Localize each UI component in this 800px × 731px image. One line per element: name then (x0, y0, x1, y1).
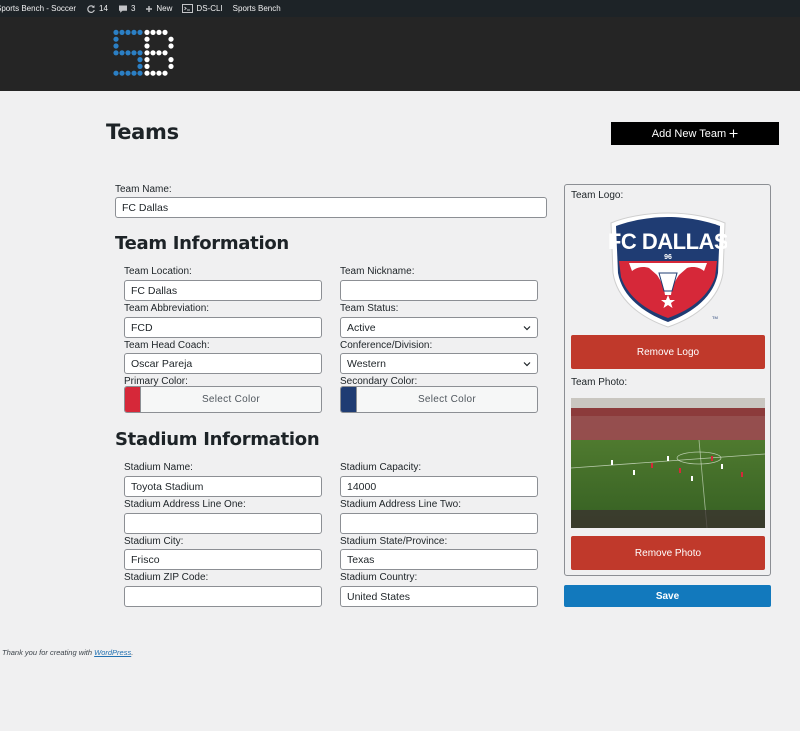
admin-bar-site-name[interactable]: Sports Bench - Soccer (0, 4, 76, 13)
team-nickname-input[interactable] (340, 280, 538, 301)
stadium-city-label: Stadium City: (124, 536, 184, 547)
team-name-input[interactable]: FC Dallas (115, 197, 547, 218)
admin-footer: Thank you for creating with WordPress. (2, 648, 133, 657)
refresh-icon (87, 4, 95, 13)
admin-bar-updates[interactable]: 14 (86, 4, 108, 14)
admin-bar-comments[interactable]: 3 (118, 4, 135, 14)
wordpress-link[interactable]: WordPress (94, 648, 131, 657)
chevron-down-icon (523, 325, 531, 330)
comment-icon (118, 5, 127, 13)
add-new-team-label: Add New Team (651, 127, 727, 140)
secondary-select-color-label: Select Color (417, 394, 477, 405)
new-label: New (156, 4, 173, 13)
admin-bar-dscli[interactable]: DS-CLI (182, 4, 223, 13)
stadium-zip-input[interactable] (124, 586, 322, 607)
plus-icon (146, 5, 153, 12)
conference-label: Conference/Division: (340, 340, 433, 351)
footer-end: . (131, 648, 134, 657)
add-new-team-button[interactable]: Add New Team (611, 122, 779, 145)
plus-icon (729, 129, 738, 138)
crest-name-text: FC DALLAS (609, 229, 727, 254)
stadium-information-heading: Stadium Information (115, 429, 320, 450)
stadium-address-one-label: Stadium Address Line One: (124, 499, 246, 510)
team-logo-label: Team Logo: (571, 190, 624, 201)
secondary-color-swatch (341, 387, 357, 412)
team-head-coach-input[interactable]: Oscar Pareja (124, 353, 322, 374)
crest-year-text: 96 (664, 254, 672, 261)
team-abbreviation-label: Team Abbreviation: (124, 303, 210, 314)
stadium-zip-label: Stadium ZIP Code: (124, 572, 209, 583)
dscli-label: DS-CLI (196, 4, 223, 13)
team-location-label: Team Location: (124, 266, 192, 277)
conference-select[interactable]: Western (340, 353, 538, 374)
team-information-heading: Team Information (115, 233, 289, 254)
page-title: Teams (106, 120, 179, 144)
team-name-label: Team Name: (115, 184, 172, 195)
team-status-value: Active (347, 321, 376, 334)
team-status-select[interactable]: Active (340, 317, 538, 338)
updates-count: 14 (99, 4, 108, 13)
remove-photo-button[interactable]: Remove Photo (571, 536, 765, 570)
comments-count: 3 (130, 4, 136, 13)
stadium-state-input[interactable]: Texas (340, 549, 538, 570)
terminal-icon (182, 4, 194, 13)
primary-color-button[interactable]: Select Color (124, 386, 322, 413)
stadium-country-label: Stadium Country: (340, 572, 418, 583)
stadium-country-input[interactable]: United States (340, 586, 538, 607)
stadium-address-two-input[interactable] (340, 513, 538, 534)
admin-bar: Sports Bench - Soccer 14 3 New DS-CLI Sp… (0, 0, 800, 17)
site-header: SB (0, 17, 800, 91)
chevron-down-icon (523, 361, 531, 366)
team-head-coach-label: Team Head Coach: (124, 340, 210, 351)
stadium-name-label: Stadium Name: (124, 462, 193, 473)
team-abbreviation-input[interactable]: FCD (124, 317, 322, 338)
stadium-city-input[interactable]: Frisco (124, 549, 322, 570)
team-photo-image (571, 398, 765, 528)
admin-bar-new[interactable]: New (145, 4, 172, 13)
stadium-state-label: Stadium State/Province: (340, 536, 448, 547)
save-button[interactable]: Save (564, 585, 771, 607)
footer-text: Thank you for creating with (2, 648, 93, 657)
team-photo-label: Team Photo: (571, 377, 628, 388)
secondary-color-button[interactable]: Select Color (340, 386, 538, 413)
admin-bar-sports-bench[interactable]: Sports Bench (233, 4, 281, 13)
primary-color-swatch (125, 387, 141, 412)
team-status-label: Team Status: (340, 303, 399, 314)
conference-value: Western (347, 357, 386, 370)
team-location-input[interactable]: FC Dallas (124, 280, 322, 301)
stadium-address-one-input[interactable] (124, 513, 322, 534)
media-panel: Team Logo: FC DALLAS 96 TM Remove Logo T… (564, 184, 771, 576)
stadium-name-input[interactable]: Toyota Stadium (124, 476, 322, 497)
stadium-address-two-label: Stadium Address Line Two: (340, 499, 461, 510)
crest-tm-text: TM (712, 315, 718, 320)
remove-logo-button[interactable]: Remove Logo (571, 335, 765, 369)
stadium-capacity-label: Stadium Capacity: (340, 462, 422, 473)
primary-select-color-label: Select Color (201, 394, 261, 405)
team-logo-image: FC DALLAS 96 TM (609, 212, 727, 328)
sports-bench-logo[interactable]: SB (112, 29, 174, 77)
team-nickname-label: Team Nickname: (340, 266, 415, 277)
stadium-capacity-input[interactable]: 14000 (340, 476, 538, 497)
